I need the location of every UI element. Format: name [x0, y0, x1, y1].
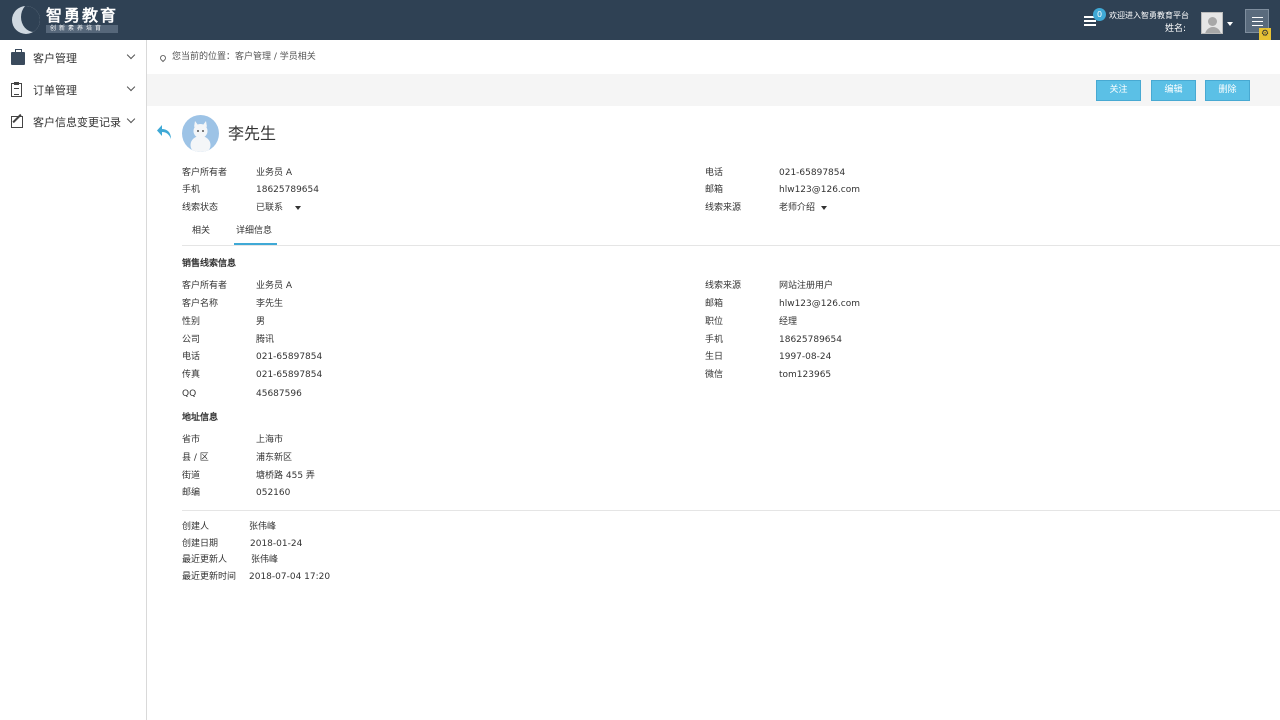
field-value: tom123965: [779, 370, 832, 380]
follow-button[interactable]: 关注: [1096, 80, 1141, 101]
field-value: hlw123@126.com: [779, 299, 861, 309]
edit-button[interactable]: 编辑: [1151, 80, 1196, 101]
email-value: hlw123@126.com: [779, 185, 861, 195]
section-divider: [182, 510, 1280, 511]
message-button[interactable]: 0: [1084, 8, 1106, 30]
field-label: 街道: [182, 471, 201, 481]
meta-value: 张伟峰: [249, 522, 277, 532]
field-label: 职位: [705, 317, 724, 327]
caret-down-icon[interactable]: [1227, 22, 1233, 26]
tabs-divider: [182, 245, 1280, 246]
tab-details[interactable]: 详细信息: [236, 226, 272, 237]
mobile-value: 18625789654: [256, 185, 319, 195]
owner-value: 业务员 A: [256, 168, 293, 178]
sales-section-title: 销售线索信息: [182, 259, 237, 269]
caret-down-icon: [295, 205, 302, 210]
field-label: 邮箱: [705, 299, 724, 309]
field-value: 021-65897854: [256, 352, 323, 362]
action-bar: 关注 编辑 删除: [147, 74, 1280, 106]
top-bar: 智勇教育 创新素养培育 0 欢迎进入智勇教育平台 姓名: ⚙: [0, 0, 1280, 40]
clipboard-icon: [11, 82, 22, 97]
sidebar-item-customer-management[interactable]: 客户管理: [0, 42, 147, 74]
sidebar-item-label: 客户信息变更记录: [33, 116, 121, 129]
meta-label: 最近更新时间: [182, 572, 237, 582]
field-label: QQ: [182, 389, 197, 399]
field-label: 性别: [182, 317, 201, 327]
email-label: 邮箱: [705, 185, 724, 195]
logo-subtitle: 创新素养培育: [46, 25, 119, 33]
mobile-label: 手机: [182, 185, 201, 195]
meta-label: 创建人: [182, 522, 210, 532]
field-label: 线索来源: [705, 281, 742, 291]
source-value: 老师介绍: [779, 203, 816, 213]
status-dropdown[interactable]: 已联系: [256, 203, 302, 214]
field-label: 客户名称: [182, 299, 219, 309]
field-value: 上海市: [256, 435, 284, 445]
welcome-text: 欢迎进入智勇教育平台: [1109, 11, 1189, 20]
status-label: 线索状态: [182, 203, 219, 213]
owner-label: 客户所有者: [182, 168, 228, 178]
field-label: 邮编: [182, 488, 201, 498]
breadcrumb-text: 您当前的位置：客户管理 / 学员相关: [172, 52, 316, 62]
meta-value: 张伟峰: [251, 555, 279, 565]
customer-avatar: [182, 115, 219, 152]
location-pin-icon: [158, 53, 168, 62]
phone-label: 电话: [705, 168, 724, 178]
back-arrow-icon[interactable]: [156, 123, 174, 141]
sidebar-item-change-log[interactable]: 客户信息变更记录: [0, 106, 147, 138]
edit-icon: [11, 116, 23, 128]
field-label: 公司: [182, 335, 201, 345]
address-section-title: 地址信息: [182, 413, 219, 423]
delete-button[interactable]: 删除: [1205, 80, 1250, 101]
message-count-badge: 0: [1093, 8, 1106, 21]
briefcase-icon: [11, 49, 25, 65]
meta-value: 2018-07-04 17:20: [249, 572, 331, 582]
field-value: 浦东新区: [256, 453, 293, 463]
logo-mark-icon: [12, 6, 40, 34]
field-value: 经理: [779, 317, 798, 327]
chevron-down-icon: [126, 82, 136, 92]
caret-down-icon: [821, 205, 828, 210]
field-label: 县 / 区: [182, 453, 209, 463]
field-value: 网站注册用户: [779, 281, 834, 291]
user-avatar[interactable]: [1201, 12, 1223, 34]
status-value: 已联系: [256, 203, 284, 213]
user-name-label: 姓名:: [1165, 24, 1187, 34]
customer-name: 李先生: [228, 124, 277, 143]
field-value: 李先生: [256, 299, 284, 309]
tab-related[interactable]: 相关: [192, 226, 210, 237]
breadcrumb: 您当前的位置：客户管理 / 学员相关: [158, 52, 316, 63]
logo[interactable]: 智勇教育 创新素养培育: [12, 5, 119, 35]
field-value: 塘桥路 455 弄: [256, 471, 315, 481]
field-value: 腾讯: [256, 335, 275, 345]
gear-icon[interactable]: ⚙: [1259, 28, 1271, 40]
field-label: 手机: [705, 335, 724, 345]
meta-label: 最近更新人: [182, 555, 228, 565]
source-label: 线索来源: [705, 203, 742, 213]
source-dropdown[interactable]: 老师介绍: [779, 203, 828, 214]
field-value: 业务员 A: [256, 281, 293, 291]
field-value: 男: [256, 317, 266, 327]
field-value: 021-65897854: [256, 370, 323, 380]
chevron-down-icon: [126, 114, 136, 124]
sidebar-item-order-management[interactable]: 订单管理: [0, 74, 147, 106]
field-value: 45687596: [256, 389, 302, 399]
field-label: 生日: [705, 352, 724, 362]
field-label: 微信: [705, 370, 724, 380]
field-label: 客户所有者: [182, 281, 228, 291]
meta-value: 2018-01-24: [250, 539, 303, 549]
field-label: 传真: [182, 370, 201, 380]
field-value: 1997-08-24: [779, 352, 832, 362]
field-label: 电话: [182, 352, 201, 362]
field-label: 省市: [182, 435, 201, 445]
sidebar-item-label: 客户管理: [33, 52, 77, 65]
sidebar-item-label: 订单管理: [33, 84, 77, 97]
field-value: 18625789654: [779, 335, 842, 345]
chevron-down-icon: [126, 50, 136, 60]
phone-value: 021-65897854: [779, 168, 846, 178]
field-value: 052160: [256, 488, 291, 498]
meta-label: 创建日期: [182, 539, 219, 549]
logo-title: 智勇教育: [46, 6, 119, 25]
sidebar: 客户管理 订单管理 客户信息变更记录: [0, 40, 147, 720]
